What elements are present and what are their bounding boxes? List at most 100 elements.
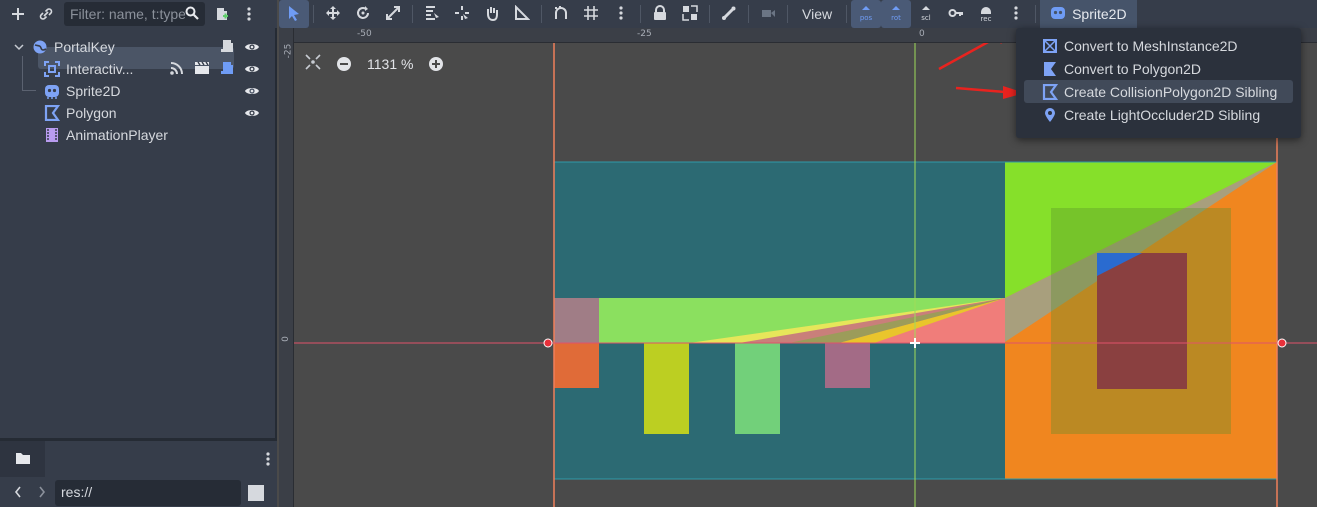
sprite2d-menu-label: Sprite2D <box>1072 6 1127 22</box>
record-key-icon: rec <box>981 7 992 23</box>
node2d-globe-icon <box>32 39 48 55</box>
sprite-plum-square <box>825 343 870 388</box>
script-icon[interactable] <box>220 60 234 79</box>
area2d-icon <box>44 61 60 77</box>
smart-snap-button[interactable] <box>546 0 576 28</box>
tree-item-interactive[interactable]: Interactiv... <box>44 58 260 80</box>
attach-script-icon[interactable] <box>209 2 233 26</box>
script-icon[interactable] <box>220 38 234 57</box>
tree-item-label: PortalKey <box>54 39 115 55</box>
rotate-icon <box>355 5 371 24</box>
view-menu[interactable]: View <box>792 0 842 28</box>
polygon2d-icon <box>1042 61 1058 77</box>
forward-arrow-icon[interactable] <box>38 485 46 502</box>
menu-item-convert-meshinstance2d[interactable]: Convert to MeshInstance2D <box>1024 34 1293 57</box>
pivot-icon <box>454 5 470 24</box>
lock-icon <box>653 4 667 24</box>
search-icon <box>185 6 199 23</box>
sprite-lime-bar <box>644 343 689 434</box>
camera-override-button[interactable] <box>753 0 783 28</box>
tree-item-animationplayer[interactable]: AnimationPlayer <box>44 124 260 146</box>
zoom-out-button[interactable] <box>335 55 353 73</box>
sprite2d-icon <box>44 83 60 99</box>
scene-filter-input[interactable] <box>70 6 185 22</box>
ruler-label: -50 <box>357 29 372 39</box>
toolbar-separator <box>313 5 314 23</box>
back-arrow-icon[interactable] <box>14 485 22 502</box>
signals-icon[interactable] <box>170 61 184 78</box>
polygon2d-icon <box>44 104 61 122</box>
tree-item-polygon[interactable]: Polygon <box>44 102 260 124</box>
zoom-in-button[interactable] <box>427 55 445 73</box>
toolbar-separator <box>412 5 413 23</box>
toolbar-separator <box>787 5 788 23</box>
toolbar-separator <box>748 5 749 23</box>
filesystem-path-field[interactable]: res:// <box>55 480 241 506</box>
visibility-eye-icon[interactable] <box>244 61 260 77</box>
tree-guide-line <box>22 56 23 91</box>
menu-item-convert-polygon2d[interactable]: Convert to Polygon2D <box>1024 57 1293 80</box>
select-mode-button[interactable] <box>279 0 309 28</box>
row-icons <box>244 105 260 121</box>
animation-player-icon <box>44 127 60 143</box>
rotate-mode-button[interactable] <box>348 0 378 28</box>
grid-snap-button[interactable] <box>576 0 606 28</box>
split-view-icon[interactable] <box>248 485 264 501</box>
tree-guide-line <box>22 90 36 91</box>
scale-mode-button[interactable] <box>378 0 408 28</box>
menu-item-create-lightoccluder2d[interactable]: Create LightOccluder2D Sibling <box>1024 103 1293 126</box>
visibility-eye-icon[interactable] <box>244 83 260 99</box>
move-icon <box>325 5 341 24</box>
clapperboard-icon[interactable] <box>194 61 210 78</box>
key-rotation-toggle[interactable]: rot <box>881 0 912 28</box>
visibility-eye-icon[interactable] <box>244 39 260 55</box>
mesh-instance2d-icon <box>1042 38 1058 54</box>
key-scale-toggle[interactable]: scl <box>911 0 941 28</box>
sprite-mauve-square <box>554 298 599 343</box>
menu-item-label: Create CollisionPolygon2D Sibling <box>1064 83 1278 100</box>
key-scale-icon: scl <box>921 6 931 22</box>
ruler-label: -25 <box>283 43 294 59</box>
snap-icon <box>553 5 569 24</box>
visibility-eye-icon[interactable] <box>244 105 260 121</box>
sprite2d-icon <box>1050 5 1066 24</box>
add-node-icon[interactable] <box>6 2 30 26</box>
sprite-orange-square <box>554 343 599 388</box>
ruler-mode-button[interactable] <box>507 0 537 28</box>
pivot-mode-button[interactable] <box>447 0 477 28</box>
resize-handle-left[interactable] <box>543 338 553 348</box>
key-position-toggle[interactable]: pos <box>851 0 882 28</box>
skeleton-button[interactable] <box>714 0 744 28</box>
animation-options-button[interactable] <box>1001 0 1031 28</box>
sprite2d-menu-button[interactable]: Sprite2D <box>1040 0 1137 28</box>
zoom-level[interactable]: 1131 % <box>367 56 413 72</box>
list-select-button[interactable] <box>417 0 447 28</box>
center-view-icon[interactable] <box>305 54 321 73</box>
tree-item-label: Interactiv... <box>66 61 134 77</box>
canvas-toolbar: View pos rot scl rec Sprite2D <box>279 0 1317 28</box>
insert-key-button[interactable] <box>941 0 971 28</box>
snap-options-button[interactable] <box>606 0 636 28</box>
bone-icon <box>721 5 737 24</box>
pan-mode-button[interactable] <box>477 0 507 28</box>
collapse-arrow-icon[interactable] <box>14 42 28 52</box>
resize-handle-right[interactable] <box>1277 338 1287 348</box>
auto-key-button[interactable]: rec <box>971 0 1001 28</box>
instance-scene-link-icon[interactable] <box>34 2 58 26</box>
tree-item-portalkey[interactable]: PortalKey <box>14 36 260 58</box>
more-options-icon[interactable] <box>237 2 261 26</box>
scene-toolbar <box>0 0 277 28</box>
toolbar-separator <box>1035 5 1037 23</box>
tree-item-sprite2d[interactable]: Sprite2D <box>44 80 260 102</box>
menu-item-create-collisionpolygon2d[interactable]: Create CollisionPolygon2D Sibling <box>1024 80 1293 103</box>
filesystem-tab[interactable] <box>0 441 45 477</box>
more-options-icon <box>1013 5 1019 24</box>
svg-text:rec: rec <box>981 15 992 23</box>
svg-text:pos: pos <box>860 14 873 22</box>
lock-button[interactable] <box>645 0 675 28</box>
tree-item-label: Sprite2D <box>66 83 121 99</box>
dock-menu-icon[interactable] <box>265 451 271 470</box>
hand-icon <box>484 5 500 24</box>
group-button[interactable] <box>675 0 705 28</box>
move-mode-button[interactable] <box>318 0 348 28</box>
